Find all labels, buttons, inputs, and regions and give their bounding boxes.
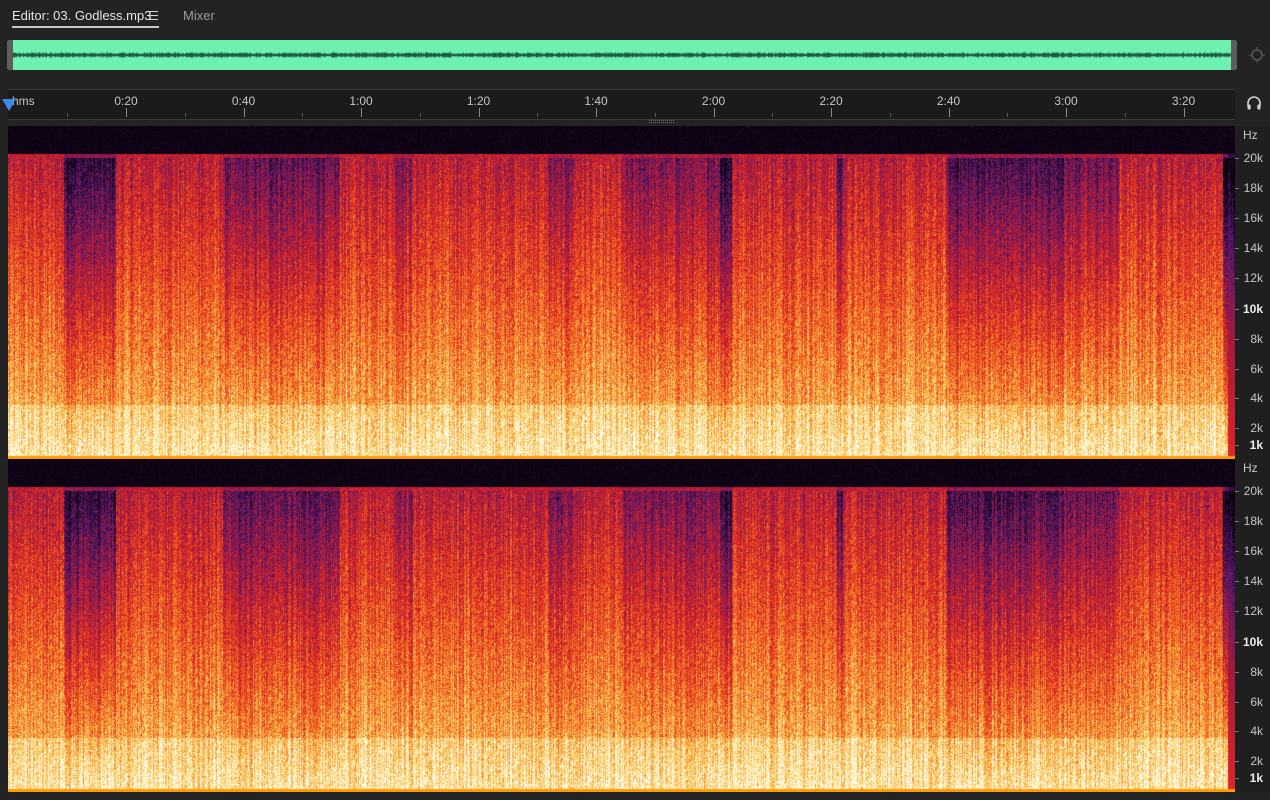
- ruler-tick-label: 2:40: [937, 94, 960, 108]
- frequency-label: 10k: [1243, 635, 1263, 649]
- frequency-label: 20k: [1244, 151, 1263, 165]
- frequency-tick: [1235, 445, 1239, 446]
- ruler-tick-label: 0:20: [114, 94, 137, 108]
- frequency-tick: [1235, 551, 1239, 552]
- frequency-label: 1k: [1250, 438, 1263, 452]
- ruler-tick-label: 1:40: [584, 94, 607, 108]
- frequency-label: 2k: [1250, 421, 1263, 435]
- frequency-unit-label: Hz: [1243, 128, 1258, 142]
- ruler-tick-mark: [1066, 108, 1067, 117]
- ruler-minor-tick: [1125, 113, 1126, 117]
- frequency-tick: [1235, 761, 1239, 762]
- frequency-label: 6k: [1250, 362, 1263, 376]
- frequency-label: 12k: [1244, 271, 1263, 285]
- frequency-tick: [1235, 398, 1239, 399]
- ruler-minor-tick: [67, 113, 68, 117]
- frequency-label: 14k: [1244, 574, 1263, 588]
- tab-editor[interactable]: Editor: 03. Godless.mp3: [12, 8, 151, 23]
- frequency-tick: [1235, 731, 1239, 732]
- frequency-tick: [1235, 188, 1239, 189]
- frequency-tick: [1235, 158, 1239, 159]
- frequency-label: 6k: [1250, 695, 1263, 709]
- frequency-label: 4k: [1250, 724, 1263, 738]
- frequency-label: 20k: [1244, 484, 1263, 498]
- ruler-tick-label: 3:20: [1172, 94, 1195, 108]
- frequency-tick: [1235, 672, 1239, 673]
- tab-mixer[interactable]: Mixer: [183, 8, 215, 23]
- spectrogram-channel-left[interactable]: [8, 126, 1235, 459]
- frequency-tick: [1235, 778, 1239, 779]
- frequency-tick: [1235, 218, 1239, 219]
- frequency-tick: [1235, 521, 1239, 522]
- frequency-tick: [1235, 428, 1239, 429]
- frequency-label: 2k: [1250, 754, 1263, 768]
- frequency-tick: [1235, 309, 1239, 310]
- ruler-minor-tick: [537, 113, 538, 117]
- overview-navigator[interactable]: [7, 40, 1237, 70]
- ruler-minor-tick: [185, 113, 186, 117]
- ruler-minor-tick: [302, 113, 303, 117]
- headphones-icon[interactable]: [1246, 95, 1262, 111]
- ruler-tick-mark: [596, 108, 597, 117]
- frequency-label: 8k: [1250, 332, 1263, 346]
- playhead-marker[interactable]: [2, 99, 16, 111]
- frequency-label: 10k: [1243, 302, 1263, 316]
- ruler-tick-mark: [831, 108, 832, 117]
- time-ruler[interactable]: hms 0:20 0:40 1:00 1:20 1:40 2:00 2:20 2:40 3:00…: [8, 89, 1235, 120]
- ruler-tick-label: 1:20: [467, 94, 490, 108]
- ruler-tick-label: 3:00: [1054, 94, 1077, 108]
- ruler-tick-mark: [1184, 108, 1185, 117]
- ruler-tick-mark: [126, 108, 127, 117]
- ruler-tick-mark: [479, 108, 480, 117]
- ruler-tick-mark: [244, 108, 245, 117]
- frequency-label: 16k: [1244, 544, 1263, 558]
- ruler-minor-tick: [890, 113, 891, 117]
- frequency-tick: [1235, 581, 1239, 582]
- frequency-label: 14k: [1244, 241, 1263, 255]
- ruler-tick-label: 1:00: [349, 94, 372, 108]
- frequency-tick: [1235, 642, 1239, 643]
- zoom-magnifier-icon[interactable]: [1248, 46, 1266, 64]
- ruler-minor-tick: [1007, 113, 1008, 117]
- frequency-tick: [1235, 491, 1239, 492]
- frequency-label: 12k: [1244, 604, 1263, 618]
- frequency-scale-right: Hz 20k 18k 16k 14k 12k 10k 8k 6k 4k 2k 1k: [1235, 459, 1270, 792]
- frequency-tick: [1235, 369, 1239, 370]
- frequency-label: 4k: [1250, 391, 1263, 405]
- frequency-label: 16k: [1244, 211, 1263, 225]
- frequency-label: 18k: [1244, 514, 1263, 528]
- ruler-minor-tick: [655, 113, 656, 117]
- frequency-tick: [1235, 611, 1239, 612]
- hamburger-menu-icon[interactable]: [148, 8, 160, 22]
- frequency-label: 18k: [1244, 181, 1263, 195]
- ruler-tick-label: 2:20: [819, 94, 842, 108]
- frequency-tick: [1235, 702, 1239, 703]
- frequency-tick: [1235, 339, 1239, 340]
- ruler-minor-tick: [420, 113, 421, 117]
- overview-right-handle[interactable]: [1231, 40, 1237, 70]
- overview-waveform: [13, 40, 1231, 70]
- ruler-tick-mark: [949, 108, 950, 117]
- frequency-tick: [1235, 278, 1239, 279]
- frequency-label: 8k: [1250, 665, 1263, 679]
- frequency-tick: [1235, 248, 1239, 249]
- ruler-tick-label: 0:40: [232, 94, 255, 108]
- ruler-tick-label: 2:00: [702, 94, 725, 108]
- frequency-scale-left: Hz 20k 18k 16k 14k 12k 10k 8k 6k 4k 2k 1k: [1235, 126, 1270, 459]
- ruler-tick-mark: [361, 108, 362, 117]
- status-strip: [0, 792, 1270, 800]
- spectrogram-channel-right[interactable]: [8, 459, 1235, 792]
- tab-bar: Editor: 03. Godless.mp3 Mixer: [0, 0, 1270, 34]
- spectrogram-canvas-left: [8, 126, 1235, 459]
- panel-resize-grip[interactable]: [649, 119, 675, 124]
- spectrogram-canvas-right: [8, 459, 1235, 792]
- frequency-label: 1k: [1250, 771, 1263, 785]
- ruler-tick-mark: [714, 108, 715, 117]
- ruler-minor-tick: [772, 113, 773, 117]
- active-tab-indicator: [12, 26, 159, 28]
- frequency-unit-label: Hz: [1243, 461, 1258, 475]
